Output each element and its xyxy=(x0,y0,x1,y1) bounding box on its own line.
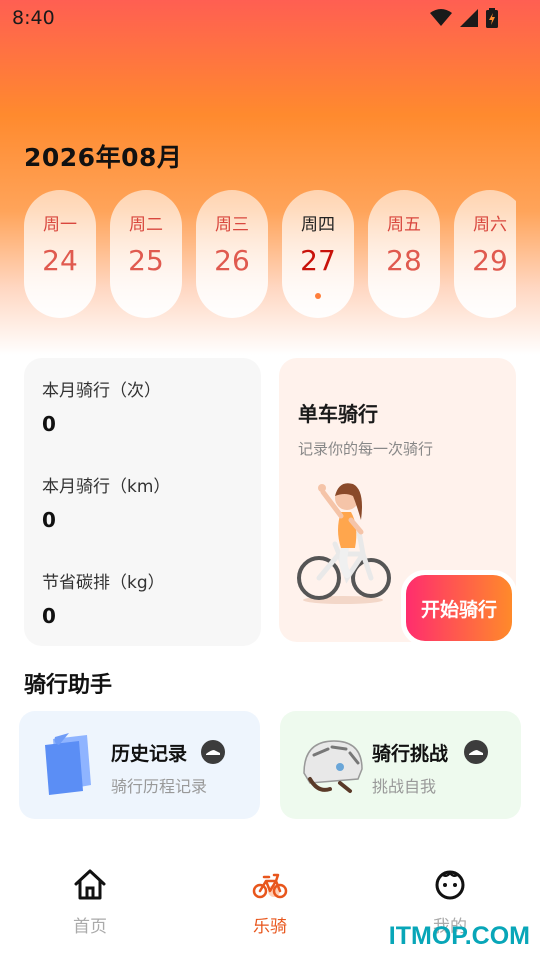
wifi-icon xyxy=(430,9,452,26)
riding-challenge-card[interactable]: 骑行挑战 挑战自我 xyxy=(280,711,521,819)
week-selector: 周一 24 周二 25 周三 26 周四 27 周五 28 周六 29 xyxy=(24,190,516,320)
shoe-badge-icon xyxy=(464,740,488,764)
history-record-card[interactable]: 历史记录 骑行历程记录 xyxy=(19,711,260,819)
shoe-badge-icon xyxy=(201,740,225,764)
day-number: 28 xyxy=(386,244,422,277)
rides-count-label: 本月骑行（次） xyxy=(42,381,161,401)
day-number: 26 xyxy=(214,244,250,277)
status-bar: 8:40 xyxy=(0,0,540,36)
challenge-title: 骑行挑战 xyxy=(372,743,449,765)
day-number: 25 xyxy=(128,244,164,277)
day-card-wed[interactable]: 周三 26 xyxy=(196,190,268,318)
day-weekday: 周一 xyxy=(43,215,77,235)
helmet-icon xyxy=(303,740,363,793)
nav-ride-label: 乐骑 xyxy=(253,917,287,937)
day-card-mon[interactable]: 周一 24 xyxy=(24,190,96,318)
history-title: 历史记录 xyxy=(111,743,188,765)
start-ride-button[interactable]: 开始骑行 xyxy=(401,570,517,646)
day-card-tue[interactable]: 周二 25 xyxy=(110,190,182,318)
battery-icon xyxy=(486,8,498,28)
status-icons xyxy=(430,8,498,28)
day-card-fri[interactable]: 周五 28 xyxy=(368,190,440,318)
distance-value: 0 xyxy=(42,508,56,532)
bike-ride-card[interactable]: 单车骑行 记录你的每一次骑行 开始骑行 xyxy=(279,358,517,646)
riding-assistant-title: 骑行助手 xyxy=(24,673,113,698)
nav-home-label: 首页 xyxy=(73,917,107,937)
carbon-saved-value: 0 xyxy=(42,604,56,628)
day-number: 29 xyxy=(472,244,508,277)
bicycle-icon xyxy=(252,873,288,899)
distance-label: 本月骑行（km） xyxy=(42,477,171,497)
ride-card-title: 单车骑行 xyxy=(298,402,378,426)
day-card-sat[interactable]: 周六 29 xyxy=(454,190,516,318)
ride-card-subtitle: 记录你的每一次骑行 xyxy=(298,440,434,458)
cyclist-illustration xyxy=(297,483,391,604)
profile-face-icon xyxy=(435,870,465,900)
day-weekday: 周四 xyxy=(301,215,335,235)
site-watermark: ITMOP.COM xyxy=(388,922,530,950)
day-weekday: 周六 xyxy=(473,215,507,235)
challenge-subtitle: 挑战自我 xyxy=(372,777,437,796)
day-weekday: 周三 xyxy=(215,215,249,235)
cellular-signal-icon xyxy=(460,9,478,27)
day-weekday: 周二 xyxy=(129,215,163,235)
notebook-icon xyxy=(45,733,91,795)
home-icon xyxy=(74,869,106,900)
month-title: 2026年08月 xyxy=(24,143,183,172)
nav-home[interactable]: 首页 xyxy=(30,850,150,950)
status-time: 8:40 xyxy=(12,7,55,29)
monthly-stats-card: 本月骑行（次） 0 本月骑行（km） 0 节省碳排（kg） 0 xyxy=(24,358,261,646)
nav-ride[interactable]: 乐骑 xyxy=(210,850,330,950)
day-weekday: 周五 xyxy=(387,215,421,235)
day-number: 27 xyxy=(300,244,336,277)
carbon-saved-label: 节省碳排（kg） xyxy=(42,573,165,593)
day-card-thu-selected[interactable]: 周四 27 xyxy=(282,190,354,318)
rides-count-value: 0 xyxy=(42,412,56,436)
day-number: 24 xyxy=(42,244,78,277)
history-subtitle: 骑行历程记录 xyxy=(111,777,208,796)
selected-day-dot xyxy=(315,293,321,299)
